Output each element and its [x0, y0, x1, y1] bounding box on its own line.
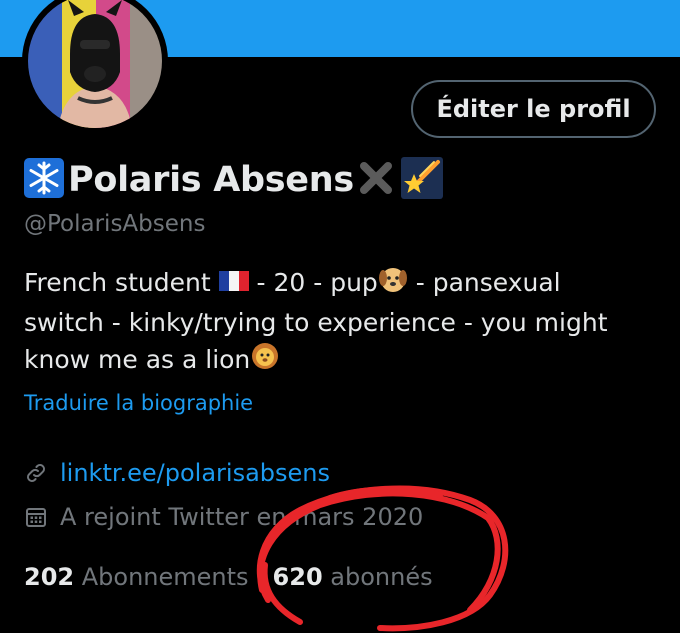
lion-face-icon	[250, 341, 280, 381]
shooting-star-icon	[400, 156, 444, 204]
user-handle: @PolarisAbsens	[24, 211, 206, 237]
translate-bio-link[interactable]: Traduire la biographie	[24, 391, 253, 415]
bio-text: know me as a lion	[24, 345, 251, 374]
following-count: 202	[24, 563, 75, 591]
france-flag-icon	[218, 266, 249, 303]
display-name: Polaris Absens	[68, 160, 354, 200]
bio-line-1: French student - 20 - pup - pansexual	[24, 264, 664, 304]
bio: French student - 20 - pup - pansexual sw…	[24, 264, 664, 381]
cross-mark-icon	[356, 158, 396, 202]
bio-text: - pansexual	[407, 268, 561, 297]
join-date: A rejoint Twitter en mars 2020	[24, 503, 423, 531]
followers-count: 620	[272, 563, 323, 591]
followers-label: abonnés	[330, 563, 433, 591]
bio-text: French student	[24, 268, 211, 297]
link-icon	[24, 461, 48, 485]
calendar-icon	[24, 505, 48, 529]
dog-face-icon	[378, 264, 408, 304]
follow-stats: 202 Abonnements 620 abonnés	[24, 563, 433, 591]
website-link[interactable]: linktr.ee/polarisabsens	[24, 459, 330, 487]
website-url[interactable]: linktr.ee/polarisabsens	[60, 459, 330, 487]
avatar-image	[28, 0, 162, 128]
bio-line-2: switch - kinky/trying to experience - yo…	[24, 308, 608, 337]
following-link[interactable]: 202 Abonnements	[24, 563, 249, 591]
bio-line-3: know me as a lion	[24, 341, 664, 381]
display-name-row: Polaris Absens	[22, 154, 444, 206]
bio-text: - 20 - pup	[248, 268, 378, 297]
followers-link[interactable]: 620 abonnés	[273, 563, 433, 591]
join-date-text: A rejoint Twitter en mars 2020	[60, 503, 424, 531]
snowflake-icon	[22, 156, 66, 204]
following-label: Abonnements	[81, 563, 249, 591]
edit-profile-button[interactable]: Éditer le profil	[411, 80, 656, 138]
avatar[interactable]	[22, 0, 168, 134]
